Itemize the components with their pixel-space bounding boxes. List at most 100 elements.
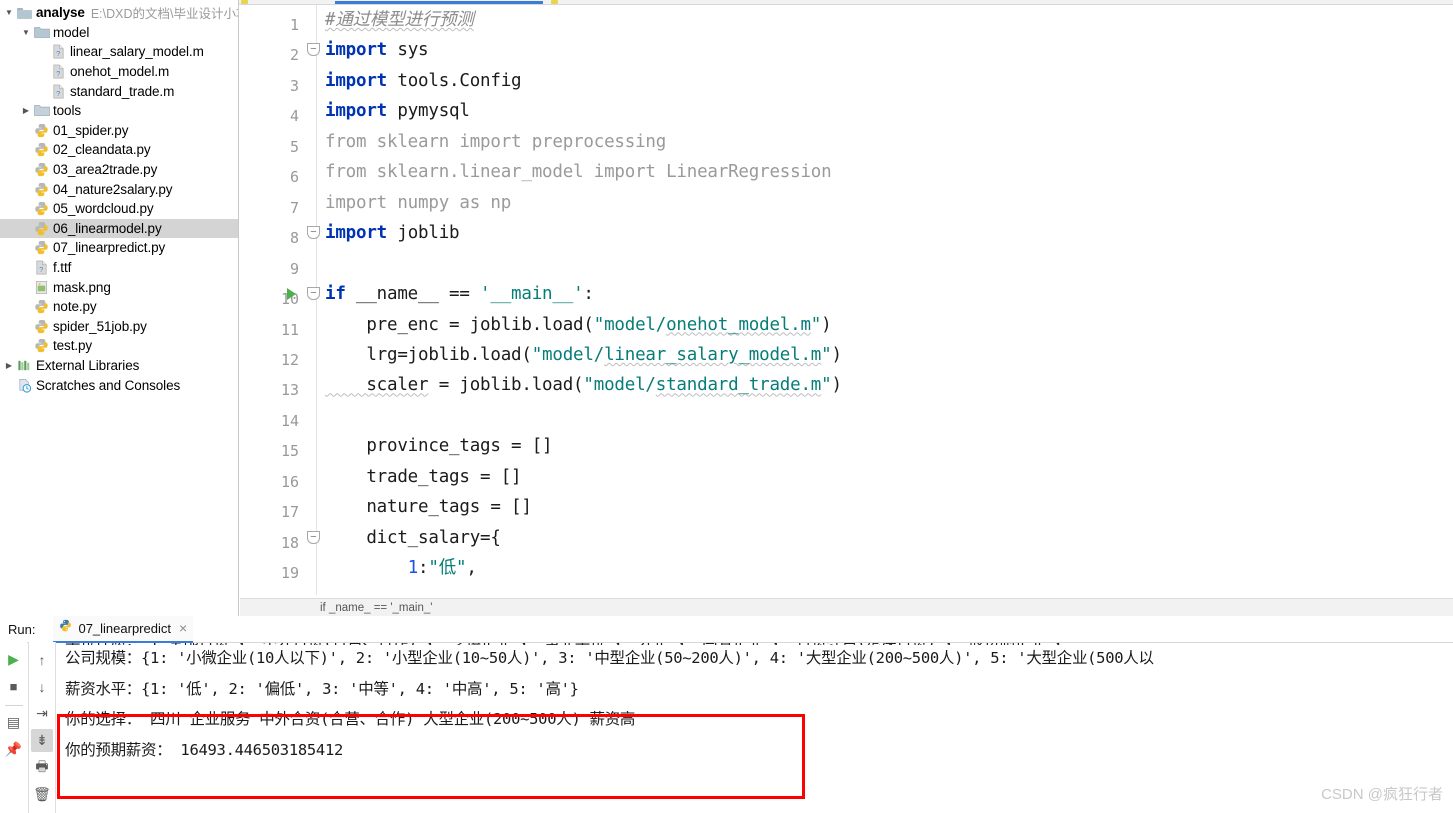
scratches-icon xyxy=(16,378,33,393)
code-line[interactable]: dict_salary={ xyxy=(325,528,501,548)
soft-wrap-button[interactable]: ⇥ xyxy=(31,702,53,725)
tab-marker-right-icon xyxy=(551,0,558,4)
code-token: " xyxy=(821,375,832,396)
rerun-button[interactable]: ▶ xyxy=(3,648,25,671)
code-line[interactable]: scaler = joblib.load("model/standard_tra… xyxy=(325,375,842,395)
tree-row-02-cleandata-py[interactable]: 02_cleandata.py xyxy=(0,140,238,160)
scroll-to-end-button[interactable]: ⇟ xyxy=(31,729,53,752)
project-tree-panel[interactable]: ▼ analyse E:\DXD的文档\毕业设计小项目 ▼ model? linea… xyxy=(0,0,239,616)
code-token: 1 xyxy=(407,558,419,579)
code-line[interactable]: from sklearn import preprocessing xyxy=(325,132,666,152)
scroll-up-button[interactable]: ↑ xyxy=(31,648,53,671)
breadcrumb-text: if _name_ == '_main_' xyxy=(320,601,433,614)
code-line[interactable]: import tools.Config xyxy=(325,70,522,91)
code-line[interactable]: import numpy as np xyxy=(325,193,511,213)
tree-row-onehot-model-m[interactable]: ? onehot_model.m xyxy=(0,62,238,82)
code-fold-toggle[interactable]: − xyxy=(307,43,320,57)
editor-tab-strip[interactable] xyxy=(239,0,1453,5)
code-line[interactable]: province_tags = [] xyxy=(325,436,552,456)
code-token: "低" xyxy=(428,558,467,579)
tree-row-04-nature2salary-py[interactable]: 04_nature2salary.py xyxy=(0,179,238,199)
tree-row-tools[interactable]: ▶ tools xyxy=(0,101,238,121)
folder-closed-icon xyxy=(33,104,50,117)
code-line[interactable]: nature_tags = [] xyxy=(325,497,532,517)
tree-item-label: 01_spider.py xyxy=(53,122,129,138)
print-button[interactable]: 🖶 xyxy=(31,756,53,779)
code-token: dict_salary={ xyxy=(325,527,501,548)
code-fold-toggle[interactable]: − xyxy=(307,287,320,301)
code-token: if xyxy=(325,284,346,305)
run-right-toolbar[interactable]: ↑ ↓ ⇥ ⇟ 🖶 🗑 xyxy=(28,642,56,813)
code-line[interactable]: lrg=joblib.load("model/linear_salary_mod… xyxy=(325,345,842,365)
code-fold-toggle[interactable]: − xyxy=(307,226,320,240)
code-line[interactable]: 1:"低", xyxy=(325,558,477,578)
code-token: tools.Config xyxy=(397,70,522,91)
code-token: " xyxy=(821,344,832,365)
tree-row-07-linearpredict-py[interactable]: 07_linearpredict.py xyxy=(0,238,238,258)
chevron-down-icon[interactable]: ▼ xyxy=(19,28,33,37)
tree-item-label: f.ttf xyxy=(53,260,72,276)
code-line[interactable]: import sys xyxy=(325,40,429,60)
code-token: __name__ == xyxy=(345,284,481,305)
code-editor[interactable]: 1 2 3 4 5 6 7 8 9 10 11 12 13 14 15 16 17 18 19 #通过模型进行预测 i… xyxy=(239,0,1453,616)
console-line: 你的预期薪资： 16493.446503185412 xyxy=(65,740,344,759)
code-token: import numpy as np xyxy=(325,192,512,213)
tree-row-mask-png[interactable]: mask.png xyxy=(0,277,238,297)
run-header: Run: 07_linearpredict × xyxy=(0,615,1453,643)
line-number: 9 xyxy=(289,259,299,278)
pin-button[interactable]: 📌 xyxy=(3,738,25,761)
tree-item-label: External Libraries xyxy=(36,357,140,373)
line-number: 4 xyxy=(289,107,299,126)
run-gutter-icon[interactable] xyxy=(287,288,296,301)
code-token: , xyxy=(466,558,477,579)
folder-open-icon xyxy=(33,26,50,39)
code-token: pymysql xyxy=(397,101,470,122)
stop-button[interactable]: ■ xyxy=(3,675,25,698)
code-line[interactable]: import pymysql xyxy=(325,101,470,121)
tree-row-project-root[interactable]: ▼ analyse E:\DXD的文档\毕业设计小项目 xyxy=(0,3,238,23)
tree-row-06-linearmodel-py[interactable]: 06_linearmodel.py xyxy=(0,218,238,239)
close-icon[interactable]: × xyxy=(179,620,187,636)
line-number: 19 xyxy=(280,564,299,583)
scroll-down-button[interactable]: ↓ xyxy=(31,675,53,698)
code-line[interactable]: import joblib xyxy=(325,223,460,243)
run-left-toolbar[interactable]: ▶ ■ ▤ 📌 xyxy=(0,642,27,813)
chevron-right-icon[interactable]: ▶ xyxy=(19,106,33,115)
run-tab-07-linearpredict[interactable]: 07_linearpredict × xyxy=(53,615,194,643)
tree-item-label: onehot_model.m xyxy=(70,64,170,80)
project-tree-list: ▼ model? linear_salary_model.m? onehot_mode… xyxy=(0,23,238,395)
tree-row-standard-trade-m[interactable]: ? standard_trade.m xyxy=(0,81,238,101)
code-line[interactable]: pre_enc = joblib.load("model/onehot_mode… xyxy=(325,315,831,335)
clear-all-button[interactable]: 🗑 xyxy=(31,783,53,806)
tree-row-scratches-and-consoles[interactable]: Scratches and Consoles xyxy=(0,375,238,395)
tab-marker-left-icon xyxy=(241,0,248,4)
console-output[interactable]: 单位性质： {'全部合资'，'中外合资(合营、合作)'，'乡镇企业'，'事业单位… xyxy=(57,643,1453,813)
scroll-up-icon: ↑ xyxy=(38,651,46,668)
code-line[interactable]: from sklearn.linear_model import LinearR… xyxy=(325,162,832,182)
run-tab-name: 07_linearpredict xyxy=(78,620,171,636)
code-line[interactable]: if __name__ == '__main__': xyxy=(325,284,594,304)
chevron-right-icon[interactable]: ▶ xyxy=(2,361,16,370)
python-file-icon xyxy=(33,142,50,157)
tree-row-test-py[interactable]: test.py xyxy=(0,336,238,356)
tree-row-external-libraries[interactable]: ▶ External Libraries xyxy=(0,356,238,376)
code-line[interactable]: #通过模型进行预测 xyxy=(325,10,474,30)
tree-row-05-wordcloud-py[interactable]: 05_wordcloud.py xyxy=(0,199,238,219)
tree-row-note-py[interactable]: note.py xyxy=(0,297,238,317)
console-line: 薪资水平：{1: '低', 2: '偏低', 3: '中等', 4: '中高',… xyxy=(65,679,579,698)
tree-row-01-spider-py[interactable]: 01_spider.py xyxy=(0,121,238,141)
tree-row-03-area2trade-py[interactable]: 03_area2trade.py xyxy=(0,160,238,180)
watermark: CSDN @疯狂行者 xyxy=(1321,786,1443,803)
tree-item-label: 03_area2trade.py xyxy=(53,162,158,178)
line-number: 7 xyxy=(289,198,299,217)
tree-row-f-ttf[interactable]: ? f.ttf xyxy=(0,258,238,278)
chevron-down-icon[interactable]: ▼ xyxy=(2,8,16,17)
layout-button[interactable]: ▤ xyxy=(3,711,25,734)
tree-row-spider-51job-py[interactable]: spider_51job.py xyxy=(0,317,238,337)
tree-row-linear-salary-model-m[interactable]: ? linear_salary_model.m xyxy=(0,42,238,62)
tree-row-model[interactable]: ▼ model xyxy=(0,23,238,43)
code-fold-toggle[interactable]: − xyxy=(307,530,320,544)
tree-item-label: standard_trade.m xyxy=(70,83,175,99)
code-line[interactable]: trade_tags = [] xyxy=(325,467,521,487)
code-token: #通过模型进行预测 xyxy=(325,10,474,30)
